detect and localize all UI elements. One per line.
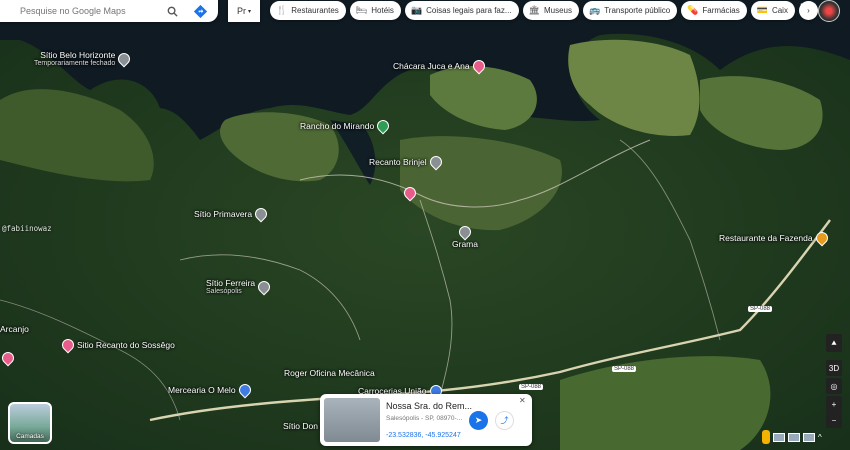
- heart-pin-icon: [401, 184, 419, 202]
- layers-button[interactable]: Camadas: [8, 402, 52, 444]
- camera-icon: 📷: [410, 5, 423, 15]
- place-pin-icon: [427, 153, 445, 171]
- transit-icon: 🚌: [588, 5, 601, 15]
- poi-sitio-belo-horizonte[interactable]: Sítio Belo Horizonte Temporariamente fech…: [34, 50, 133, 67]
- close-icon[interactable]: ✕: [519, 396, 526, 405]
- place-pin-icon: [456, 223, 474, 241]
- restaurant-icon: 🍴: [276, 5, 288, 15]
- atm-icon: 💳: [756, 5, 768, 15]
- poi-chacara-juca-ana[interactable]: Chácara Juca e Ana: [393, 57, 488, 75]
- place-card[interactable]: Nossa Sra. do Rem... Salesópolis - SP, 0…: [320, 394, 532, 446]
- bottom-toolbar: ^: [762, 430, 822, 444]
- pegman-icon[interactable]: [762, 430, 770, 444]
- places-button-label: Pr: [236, 6, 246, 16]
- place-card-address: Salesópolis - SP, 08970-...: [386, 415, 463, 422]
- poi-roger-oficina[interactable]: Roger Oficina Mecânica: [284, 368, 375, 378]
- directions-icon[interactable]: [190, 1, 210, 21]
- poi-sitio-ferreira[interactable]: Sítio Ferreira Salesópolis: [206, 278, 273, 295]
- place-photo-thumbnail[interactable]: [324, 398, 380, 442]
- chip-transit[interactable]: 🚌 Transporte público: [582, 1, 678, 20]
- hotel-icon: 🛏: [355, 5, 368, 15]
- places-dropdown-button[interactable]: Pr ▾: [228, 0, 260, 22]
- 3d-toggle-button[interactable]: 3D: [826, 360, 842, 376]
- pharmacy-icon: 💊: [687, 5, 699, 15]
- imagery-thumb-icon[interactable]: [773, 432, 785, 442]
- poi-rancho-mirando[interactable]: Rancho do Mirando: [300, 117, 392, 135]
- poi-unnamed-heart[interactable]: [401, 184, 419, 202]
- shop-pin-icon: [236, 381, 254, 399]
- chip-museums[interactable]: 🏛 Museus: [522, 1, 579, 20]
- watermark-text: @fabiinowaz: [2, 224, 52, 233]
- poi-pin-left[interactable]: [0, 349, 17, 367]
- place-pin-icon: [115, 50, 133, 67]
- apps-grid-icon[interactable]: ⋮⋮: [795, 1, 821, 17]
- search-icon[interactable]: [162, 1, 182, 21]
- chip-atm[interactable]: 💳 Caix: [750, 1, 795, 20]
- chip-pharmacies[interactable]: 💊 Farmácias: [681, 1, 747, 20]
- imagery-thumb-icon[interactable]: [803, 432, 815, 442]
- search-box[interactable]: [0, 0, 218, 22]
- imagery-thumb-icon[interactable]: [788, 432, 800, 442]
- poi-recanto-brinjel[interactable]: Recanto Brinjel: [369, 153, 445, 171]
- search-input[interactable]: [18, 5, 162, 17]
- zoom-in-button[interactable]: +: [826, 396, 842, 412]
- my-location-icon[interactable]: ◎: [826, 378, 842, 394]
- chip-things-to-do[interactable]: 📷 Coisas legais para faz...: [404, 1, 519, 20]
- directions-icon[interactable]: ➤: [469, 411, 488, 430]
- place-pin-icon: [252, 205, 270, 223]
- chevron-down-icon: ▾: [247, 8, 251, 15]
- poi-grama[interactable]: Grama: [452, 223, 478, 249]
- share-icon[interactable]: ⤴: [495, 411, 514, 430]
- layers-label: Camadas: [16, 433, 44, 440]
- road-label: SP-088: [748, 306, 773, 312]
- poi-sitio-primavera[interactable]: Sítio Primavera: [194, 205, 270, 223]
- category-chips: 🍴 Restaurantes 🛏 Hotéis 📷 Coisas legais par…: [270, 1, 818, 20]
- chip-restaurants[interactable]: 🍴 Restaurantes: [270, 1, 346, 20]
- heart-pin-icon: [470, 57, 488, 75]
- avatar[interactable]: [818, 0, 840, 22]
- road-label: SP-088: [612, 366, 637, 372]
- compass-icon[interactable]: ⯅: [826, 334, 842, 352]
- place-pin-icon: [255, 278, 273, 295]
- zoom-out-button[interactable]: −: [826, 412, 842, 428]
- poi-restaurante-fazenda[interactable]: Restaurante da Fazenda: [719, 229, 831, 247]
- restaurant-pin-icon: [813, 229, 831, 247]
- poi-sitio-recanto-sossego[interactable]: Sitio Recanto do Sossêgo: [59, 336, 175, 354]
- road-label: SP-088: [519, 384, 544, 390]
- heart-pin-icon: [59, 336, 77, 354]
- poi-mercearia[interactable]: Mercearia O Melo: [168, 381, 254, 399]
- expand-icon[interactable]: ^: [818, 433, 822, 442]
- park-pin-icon: [374, 117, 392, 135]
- place-card-title: Nossa Sra. do Rem...: [386, 401, 473, 411]
- poi-arcanjo[interactable]: Arcanjo: [0, 324, 29, 334]
- place-card-coordinates[interactable]: -23.532836, -45.925247: [386, 432, 461, 439]
- museum-icon: 🏛: [528, 5, 540, 15]
- chip-hotels[interactable]: 🛏 Hotéis: [349, 1, 401, 20]
